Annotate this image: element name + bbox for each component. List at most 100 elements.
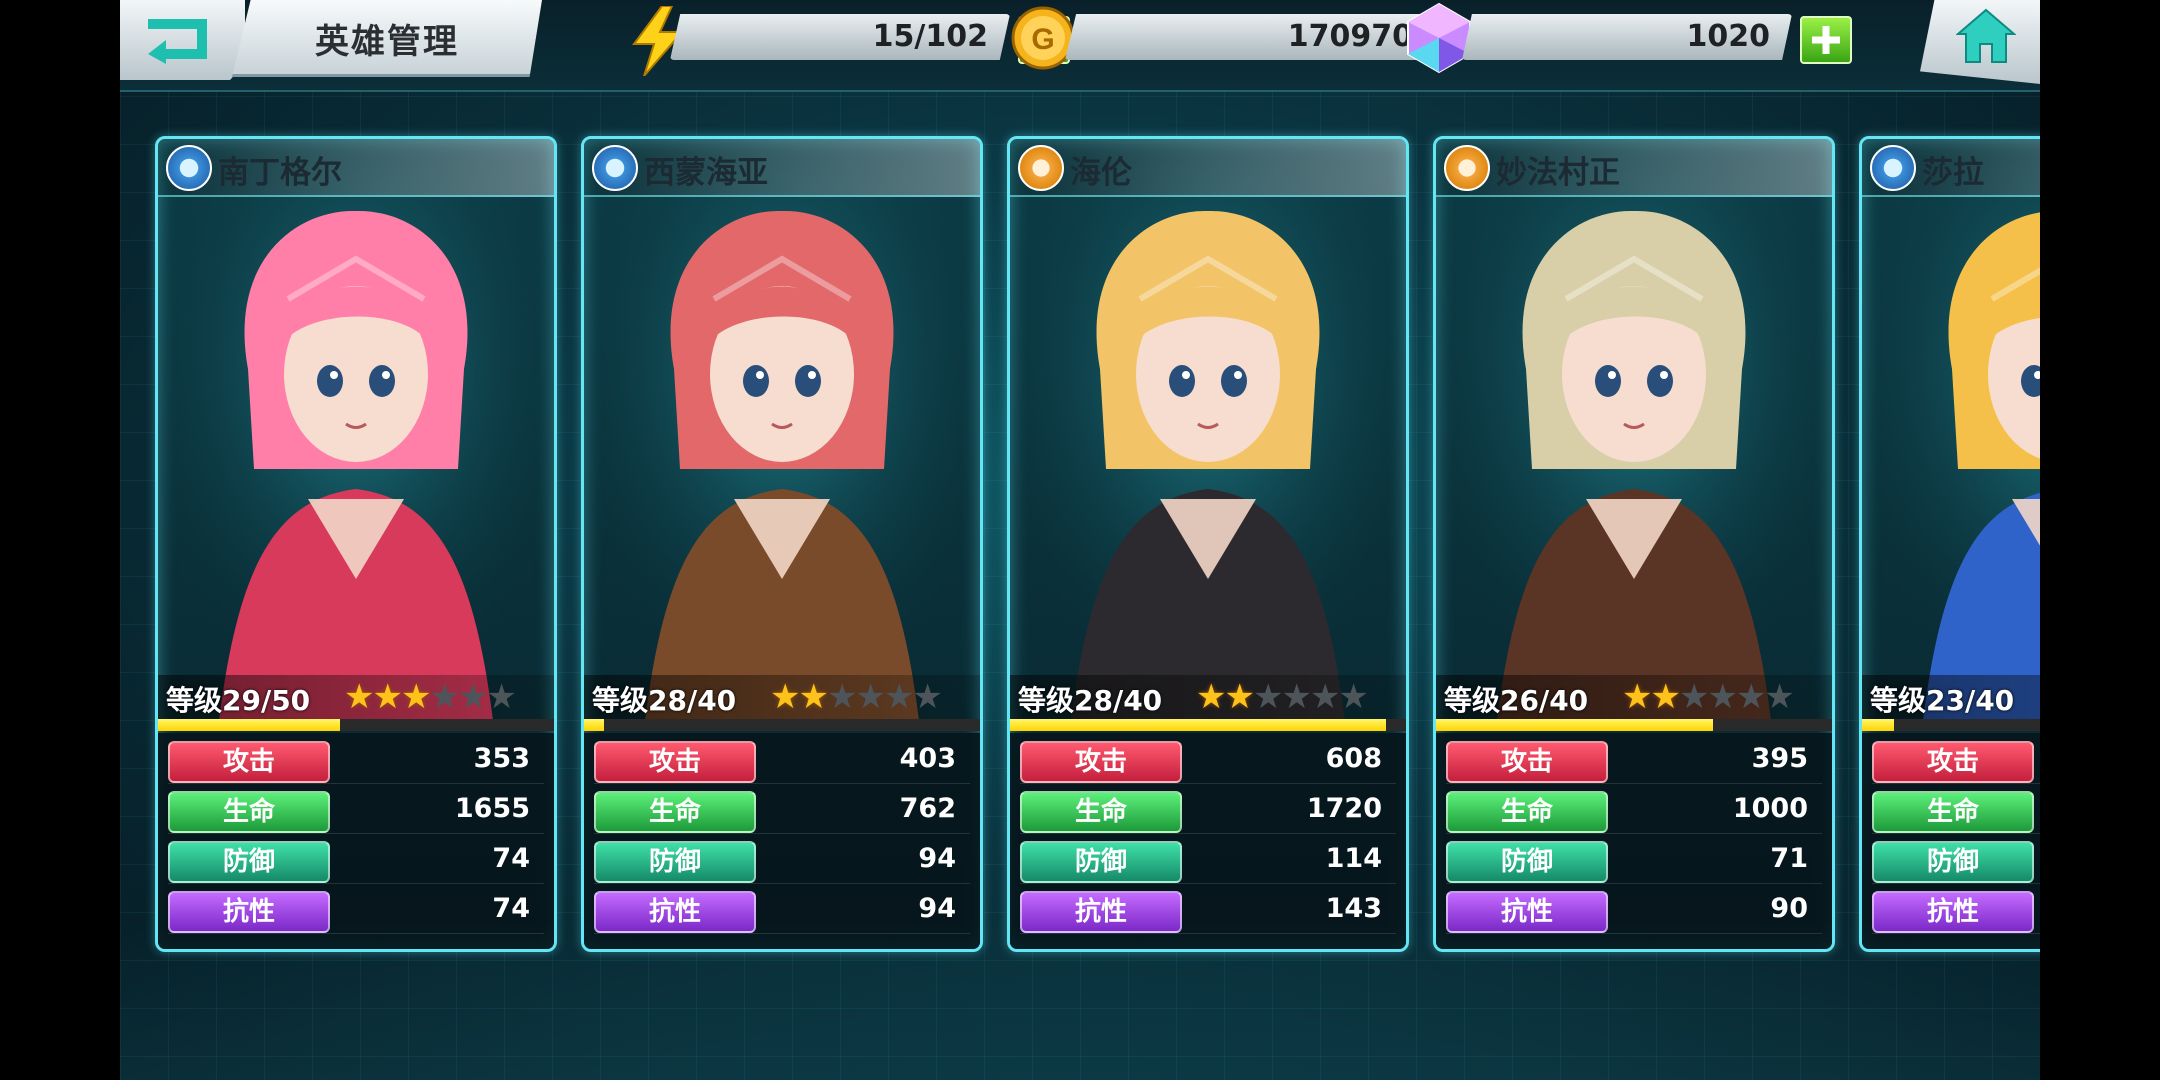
stat-row-hp: 生命 xyxy=(1872,789,2040,834)
hp-value: 1720 xyxy=(1306,793,1382,824)
hero-portrait: 南丁格尔 等级29/50 ★★★★★★ xyxy=(158,139,554,729)
hero-level: 等级29/50 xyxy=(166,684,311,717)
energy-bar: 15/102 xyxy=(670,14,1010,60)
star-empty-icon: ★ xyxy=(429,677,460,717)
gem-value: 1020 xyxy=(1686,19,1771,54)
star-filled-icon: ★ xyxy=(798,677,829,717)
gem-icon xyxy=(1407,2,1471,74)
hero-card[interactable]: 妙法村正 等级26/40 ★★★★★★ 攻击 395 生命 1000 防御 71 xyxy=(1433,136,1835,952)
orange-gear-icon xyxy=(1018,145,1064,191)
gold-bar: 170970 xyxy=(1065,14,1435,60)
hero-name: 海伦 xyxy=(1070,155,1132,191)
title-plate: 英雄管理 xyxy=(232,0,542,77)
top-bar: 英雄管理 15/102 G 170970 1020 xyxy=(120,0,2040,92)
stat-row-hp: 生命 1720 xyxy=(1020,789,1396,834)
hero-level: 等级28/40 xyxy=(592,684,737,717)
hp-value: 1000 xyxy=(1732,793,1808,824)
defense-label: 防御 xyxy=(1446,841,1608,883)
hero-card[interactable]: 海伦 等级28/40 ★★★★★★ 攻击 608 生命 1720 防御 114 xyxy=(1007,136,1409,952)
stat-row-attack: 攻击 608 xyxy=(1020,739,1396,784)
stat-row-defense: 防御 71 xyxy=(1446,839,1822,884)
gold-coin-icon: G xyxy=(1011,6,1075,70)
attack-value: 403 xyxy=(899,743,956,774)
hero-portrait: 海伦 等级28/40 ★★★★★★ xyxy=(1010,139,1406,729)
star-filled-icon: ★ xyxy=(372,677,403,717)
star-empty-icon: ★ xyxy=(457,677,489,717)
stat-row-attack: 攻击 xyxy=(1872,739,2040,784)
hero-card[interactable]: 莎拉 等级23/40 ★★★★★★ 攻击 生命 防御 抗 xyxy=(1859,136,2040,952)
defense-label: 防御 xyxy=(168,841,330,883)
back-arrow-icon xyxy=(148,19,207,64)
hero-portrait: 莎拉 等级23/40 ★★★★★★ xyxy=(1862,139,2040,729)
star-filled-icon: ★ xyxy=(1650,677,1681,717)
defense-label: 防御 xyxy=(1020,841,1182,883)
gem-resource: 1020 xyxy=(1407,2,1860,74)
hero-artwork xyxy=(1010,139,1406,729)
attack-value: 608 xyxy=(1325,743,1382,774)
attack-label: 攻击 xyxy=(168,741,330,783)
orange-gear-icon xyxy=(1444,145,1490,191)
stat-row-hp: 生命 1655 xyxy=(168,789,544,834)
hp-label: 生命 xyxy=(168,791,330,833)
stat-row-defense: 防御 94 xyxy=(594,839,970,884)
stat-row-resist: 抗性 143 xyxy=(1020,889,1396,934)
hero-name-bar: 妙法村正 xyxy=(1436,139,1832,197)
defense-value: 94 xyxy=(918,843,956,874)
resist-label: 抗性 xyxy=(1872,891,2034,933)
stat-row-hp: 生命 762 xyxy=(594,789,970,834)
star-empty-icon: ★ xyxy=(1735,677,1767,717)
xp-bar-fill xyxy=(1862,719,1894,731)
hero-card[interactable]: 南丁格尔 等级29/50 ★★★★★★ 攻击 353 生命 1655 防御 74 xyxy=(155,136,557,952)
xp-bar-fill xyxy=(584,719,604,731)
resist-label: 抗性 xyxy=(1020,891,1182,933)
hero-level-row: 等级28/40 ★★★★★★ xyxy=(584,675,980,719)
hero-level-row: 等级28/40 ★★★★★★ xyxy=(1010,675,1406,719)
star-empty-icon: ★ xyxy=(1338,677,1369,717)
defense-value: 114 xyxy=(1325,843,1382,874)
hero-level-row: 等级26/40 ★★★★★★ xyxy=(1436,675,1832,719)
hero-name-bar: 南丁格尔 xyxy=(158,139,554,197)
star-empty-icon: ★ xyxy=(1281,677,1312,717)
star-rating: ★★★★★★ xyxy=(1196,677,1369,717)
star-rating: ★★★★★★ xyxy=(770,677,943,717)
hp-label: 生命 xyxy=(1020,791,1182,833)
hero-name: 莎拉 xyxy=(1922,155,1984,191)
resist-value: 90 xyxy=(1770,893,1808,924)
defense-value: 71 xyxy=(1770,843,1808,874)
attack-label: 攻击 xyxy=(1446,741,1608,783)
hp-label: 生命 xyxy=(1872,791,2034,833)
star-empty-icon: ★ xyxy=(912,677,943,717)
hero-name-bar: 西蒙海亚 xyxy=(584,139,980,197)
add-gems-button[interactable] xyxy=(1800,16,1852,64)
resist-value: 74 xyxy=(492,893,530,924)
star-empty-icon: ★ xyxy=(1764,677,1795,717)
star-filled-icon: ★ xyxy=(400,677,432,717)
blue-shield-icon xyxy=(1870,145,1916,191)
back-button[interactable] xyxy=(120,0,245,80)
hp-label: 生命 xyxy=(594,791,756,833)
star-empty-icon: ★ xyxy=(1252,677,1284,717)
attack-value: 353 xyxy=(473,743,530,774)
stat-row-resist: 抗性 94 xyxy=(594,889,970,934)
hero-level-row: 等级29/50 ★★★★★★ xyxy=(158,675,554,719)
hero-artwork xyxy=(158,139,554,729)
hero-portrait: 妙法村正 等级26/40 ★★★★★★ xyxy=(1436,139,1832,729)
hero-card[interactable]: 西蒙海亚 等级28/40 ★★★★★★ 攻击 403 生命 762 防御 94 xyxy=(581,136,983,952)
hero-stats: 攻击 608 生命 1720 防御 114 抗性 143 xyxy=(1010,733,1406,949)
hp-value: 762 xyxy=(899,793,956,824)
xp-bar-fill xyxy=(1436,719,1714,731)
blue-shield-icon xyxy=(592,145,638,191)
stat-row-defense: 防御 xyxy=(1872,839,2040,884)
home-button[interactable] xyxy=(1920,0,2040,84)
hero-level: 等级28/40 xyxy=(1018,684,1163,717)
xp-bar xyxy=(1862,719,2040,731)
star-filled-icon: ★ xyxy=(1622,677,1653,717)
defense-label: 防御 xyxy=(1872,841,2034,883)
gold-value: 170970 xyxy=(1287,19,1413,54)
star-empty-icon: ★ xyxy=(486,677,517,717)
hero-name-bar: 海伦 xyxy=(1010,139,1406,197)
star-filled-icon: ★ xyxy=(770,677,801,717)
star-filled-icon: ★ xyxy=(1196,677,1227,717)
xp-bar xyxy=(158,719,554,731)
gem-bar: 1020 xyxy=(1462,14,1792,60)
